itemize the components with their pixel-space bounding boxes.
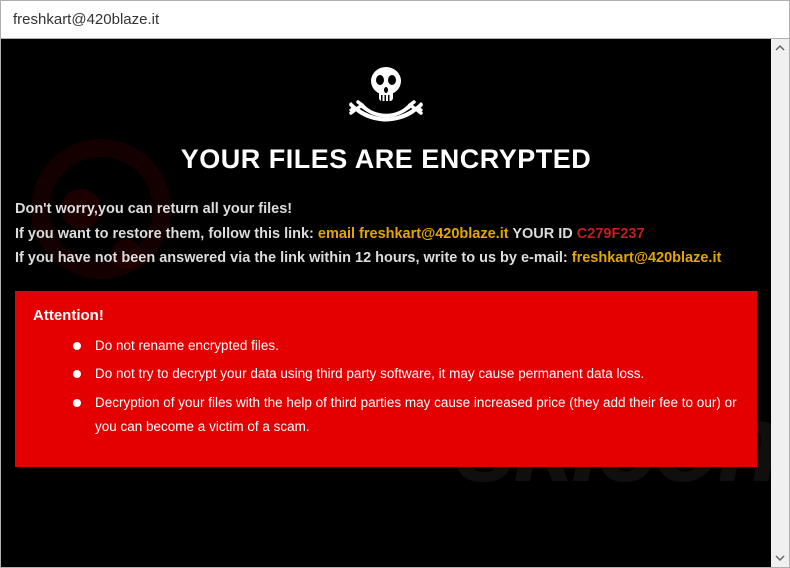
line3-prefix: If you have not been answered via the li… (15, 250, 572, 266)
intro-line-3: If you have not been answered via the li… (15, 246, 757, 271)
attention-box: Attention! Do not rename encrypted files… (15, 291, 757, 467)
victim-id: C279F237 (577, 226, 645, 242)
list-item: Do not rename encrypted files. (73, 334, 739, 358)
app-window: freshkart@420blaze.it sk.com (0, 0, 790, 568)
scroll-down-arrow-icon[interactable] (771, 549, 789, 567)
ransom-note: sk.com (1, 39, 771, 567)
list-item: Do not try to decrypt your data using th… (73, 362, 739, 386)
contact-email-link[interactable]: email freshkart@420blaze.it (318, 226, 509, 242)
content-wrap: sk.com (1, 39, 789, 567)
vertical-scrollbar[interactable] (771, 39, 789, 567)
window-titlebar: freshkart@420blaze.it (1, 1, 789, 39)
attention-title: Attention! (33, 307, 739, 324)
intro-line-2: If you want to restore them, follow this… (15, 222, 757, 247)
skull-wrap (15, 61, 757, 138)
attention-list: Do not rename encrypted files. Do not tr… (33, 334, 739, 439)
contact-email-alt[interactable]: freshkart@420blaze.it (572, 250, 722, 266)
intro-line-1: Don't worry,you can return all your file… (15, 197, 757, 222)
scroll-up-arrow-icon[interactable] (771, 39, 789, 57)
main-title: YOUR FILES ARE ENCRYPTED (15, 144, 757, 175)
line2-mid: YOUR ID (509, 226, 577, 242)
skull-crossbones-icon (346, 61, 426, 138)
window-title: freshkart@420blaze.it (13, 11, 159, 28)
line2-prefix: If you want to restore them, follow this… (15, 226, 318, 242)
list-item: Decryption of your files with the help o… (73, 391, 739, 440)
